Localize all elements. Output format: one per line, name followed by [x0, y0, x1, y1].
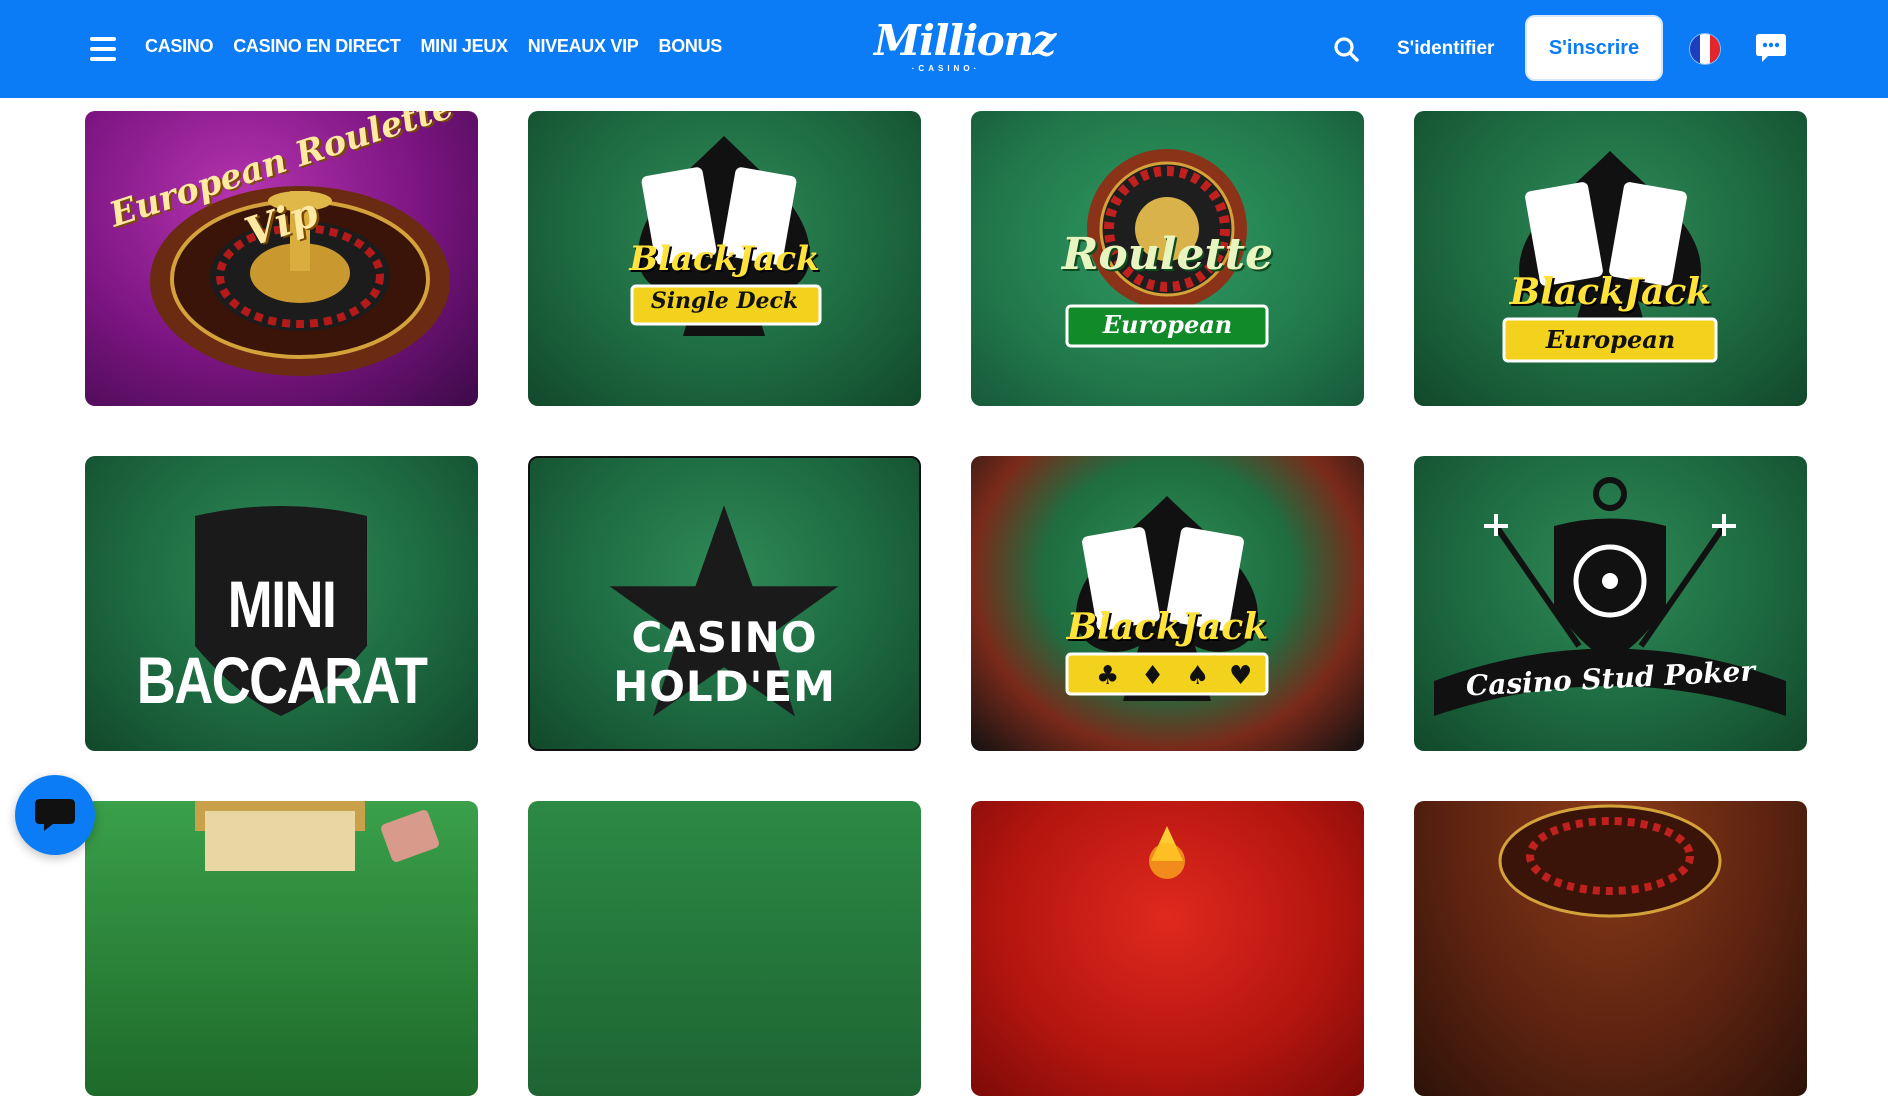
nav-link-casino[interactable]: CASINO	[145, 36, 214, 57]
game-tile-european-roulette-vip[interactable]: European Roulette Vip	[85, 111, 478, 406]
game-title: Roulette	[1061, 229, 1274, 280]
game-subtitle: Single Deck	[650, 288, 799, 314]
game-tile-casino-stud-poker[interactable]: Casino Stud Poker	[1414, 456, 1807, 751]
svg-text:♥: ♥	[1229, 661, 1252, 691]
flag-fr-icon[interactable]	[1690, 34, 1720, 64]
nav-link-mini-jeux[interactable]: MINI JEUX	[420, 36, 508, 57]
logo-subtext: ·CASINO·	[911, 64, 981, 73]
chat-icon[interactable]	[1754, 32, 1788, 64]
search-icon[interactable]	[1333, 36, 1359, 62]
game-tile-partial[interactable]	[85, 801, 478, 1096]
game-title: BlackJack	[1509, 271, 1712, 313]
game-tile-blackjack-single-deck[interactable]: BlackJack Single Deck	[528, 111, 921, 406]
live-chat-button[interactable]	[15, 775, 95, 855]
game-title: MINI BACCARAT	[136, 567, 428, 717]
signup-button[interactable]: S'inscrire	[1525, 15, 1663, 81]
game-tile-blackjack[interactable]: ♣ ♦ ♠ ♥ BlackJack	[971, 456, 1364, 751]
game-tile-roulette-european[interactable]: Roulette European	[971, 111, 1364, 406]
hamburger-menu-icon[interactable]	[90, 37, 116, 61]
game-title: BlackJack	[1066, 606, 1269, 648]
svg-text:♠: ♠	[1186, 661, 1209, 691]
nav-link-casino-en-direct[interactable]: CASINO EN DIRECT	[233, 36, 401, 57]
game-tile-partial[interactable]	[971, 801, 1364, 1096]
game-tile-blackjack-european[interactable]: BlackJack European	[1414, 111, 1807, 406]
nav-link-bonus[interactable]: BONUS	[659, 36, 723, 57]
chat-bubble-icon	[35, 799, 75, 831]
nav-link-niveaux-vip[interactable]: NIVEAUX VIP	[528, 36, 639, 57]
site-logo[interactable]: Millionz ·CASINO·	[874, 16, 1056, 76]
logo-wordmark: Millionz	[874, 16, 1056, 65]
game-title: BlackJack	[629, 239, 820, 279]
login-link[interactable]: S'identifier	[1397, 38, 1494, 60]
svg-text:♣: ♣	[1096, 661, 1119, 691]
top-navigation-bar: CASINO CASINO EN DIRECT MINI JEUX NIVEAU…	[0, 0, 1888, 98]
game-title: CASINO HOLD'EM	[613, 613, 836, 711]
game-tile-casino-holdem[interactable]: CASINO HOLD'EM	[528, 456, 921, 751]
game-tile-partial[interactable]	[528, 801, 921, 1096]
main-navigation: CASINO CASINO EN DIRECT MINI JEUX NIVEAU…	[145, 36, 722, 57]
game-subtitle: European	[1102, 310, 1233, 339]
game-subtitle: European	[1545, 325, 1676, 354]
game-tile-partial[interactable]	[1414, 801, 1807, 1096]
svg-text:♦: ♦	[1141, 661, 1164, 691]
game-tile-mini-baccarat[interactable]: MINI BACCARAT	[85, 456, 478, 751]
